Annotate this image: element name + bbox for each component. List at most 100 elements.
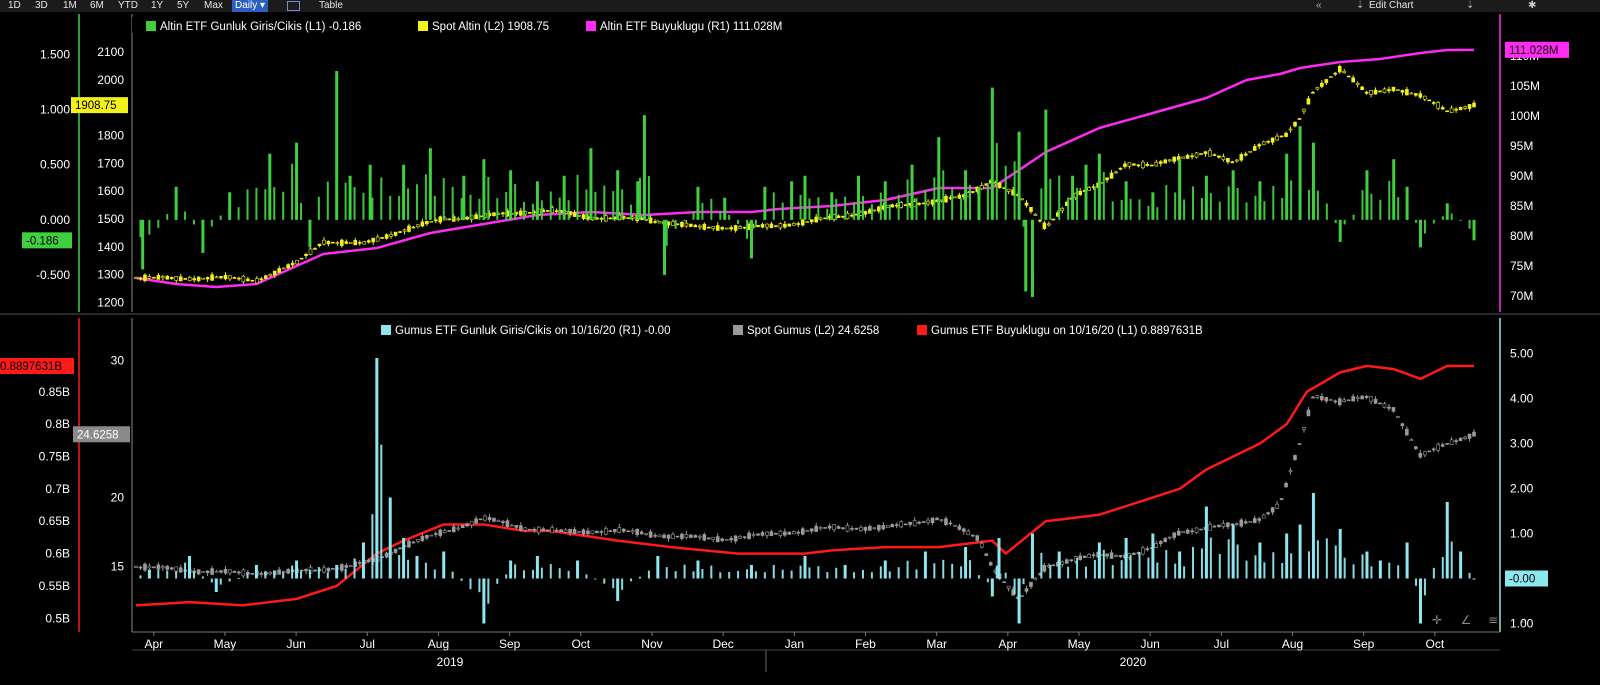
frequency-dropdown[interactable]: Daily ▾ xyxy=(232,0,269,12)
bottom-spot-gumus-candle xyxy=(800,528,805,535)
top-spot-altin-candle xyxy=(429,220,434,223)
range-6m-button[interactable]: 6M xyxy=(90,0,104,12)
chart-type-icon[interactable] xyxy=(287,1,300,11)
bottom-gumus-etf-gunluk-giris-cikis-bar xyxy=(1299,536,1302,579)
top-altin-etf-gunluk-giris-cikis-bar xyxy=(723,197,727,220)
legend-swatch-gumus-size xyxy=(917,325,927,335)
range-1m-button[interactable]: 1M xyxy=(63,0,77,12)
bottom-spot-gumus-candle xyxy=(1172,532,1176,538)
top-altin-etf-gunluk-giris-cikis-bar xyxy=(1254,195,1257,220)
bottom-spot-gumus-candle xyxy=(501,521,505,523)
top-spot-altin-candle xyxy=(997,182,1002,188)
top-spot-altin-candle xyxy=(398,231,402,233)
bottom-spot-gumus-candle xyxy=(1284,483,1288,488)
top-spot-altin-candle xyxy=(1114,171,1118,174)
list-icon[interactable]: ≡ xyxy=(1488,613,1498,627)
top-spot-altin-candle xyxy=(1217,155,1221,158)
bottom-spot-gumus-candle xyxy=(299,569,304,572)
top-altin-etf-gunluk-giris-cikis-bar xyxy=(1316,190,1319,220)
bottom-spot-gumus-candle xyxy=(322,567,326,573)
gear-icon[interactable]: ✱ xyxy=(1528,0,1536,12)
table-button[interactable]: Table xyxy=(319,0,343,12)
bottom-gumus-etf-gunluk-giris-cikis-bar xyxy=(139,575,142,579)
bottom-spot-gumus-candle xyxy=(505,520,510,527)
top-spot-altin-candle xyxy=(845,212,850,220)
bottom-l2-tick-label: 20 xyxy=(111,491,125,505)
bottom-spot-gumus-candle xyxy=(250,573,255,575)
top-spot-altin-candle xyxy=(259,278,264,281)
range-max-button[interactable]: Max xyxy=(204,0,223,12)
bottom-gumus-etf-gunluk-giris-cikis-bar xyxy=(835,567,838,579)
bottom-spot-gumus-candle xyxy=(599,531,604,533)
edit-chart-button[interactable]: Edit Chart xyxy=(1369,0,1413,12)
top-spot-altin-candle xyxy=(1167,159,1172,162)
bottom-gumus-etf-gunluk-giris-cikis-bar xyxy=(737,570,740,579)
bottom-gumus-etf-gunluk-giris-cikis-bar xyxy=(1156,562,1159,579)
bottom-gumus-etf-gunluk-giris-cikis-bar xyxy=(210,578,213,583)
top-altin-etf-gunluk-giris-cikis-bar xyxy=(1004,165,1007,220)
bottom-spot-gumus-candle xyxy=(465,523,469,527)
top-spot-altin-candle xyxy=(1136,164,1141,167)
top-r1-tick-label: 105M xyxy=(1510,79,1540,93)
bottom-spot-gumus-candle xyxy=(621,528,626,532)
month-label-0: Apr xyxy=(144,637,163,651)
top-altin-etf-gunluk-giris-cikis-bar xyxy=(830,192,834,220)
bottom-spot-gumus-candle xyxy=(143,563,147,571)
top-spot-altin-candle xyxy=(1284,132,1288,137)
top-altin-etf-gunluk-giris-cikis-bar xyxy=(531,203,534,220)
bottom-gumus-etf-gunluk-giris-cikis-bar xyxy=(915,569,918,579)
bottom-spot-gumus-candle xyxy=(702,534,707,541)
bottom-spot-gumus-candle xyxy=(935,517,939,521)
bottom-spot-gumus-candle xyxy=(1158,541,1163,544)
bottom-spot-gumus-candle xyxy=(1252,518,1257,524)
bottom-gumus-etf-gunluk-giris-cikis-bar xyxy=(1200,548,1203,579)
range-1d-button[interactable]: 1D xyxy=(8,0,21,12)
range-5y-button[interactable]: 5Y xyxy=(177,0,189,12)
bottom-spot-gumus-candle xyxy=(1405,428,1409,436)
top-spot-altin-candle xyxy=(1293,121,1297,127)
bottom-l1-tick-label: 0.7B xyxy=(45,482,70,496)
bottom-spot-gumus-candle xyxy=(460,524,465,528)
double-chevron-left-icon[interactable]: « xyxy=(1316,0,1322,12)
bottom-spot-gumus-candle xyxy=(1194,527,1199,533)
month-label-18: Oct xyxy=(1426,637,1445,651)
bottom-gumus-etf-gunluk-giris-cikis-bar xyxy=(1013,578,1016,595)
top-altin-etf-gunluk-giris-cikis-bar xyxy=(1227,186,1230,220)
bottom-gumus-etf-gunluk-giris-cikis-bar xyxy=(1397,565,1400,579)
bottom-gumus-etf-gunluk-giris-cikis-bar xyxy=(790,570,793,579)
range-ytd-button[interactable]: YTD xyxy=(118,0,138,12)
range-1y-button[interactable]: 1Y xyxy=(151,0,163,12)
bottom-gumus-etf-gunluk-giris-cikis-bar xyxy=(1040,552,1043,579)
top-spot-altin-candle xyxy=(322,239,326,245)
bottom-gumus-etf-gunluk-giris-cikis-bar xyxy=(148,574,151,579)
edit-chart-icon[interactable]: ⇣ xyxy=(1356,0,1364,12)
bottom-spot-gumus-candle xyxy=(196,569,201,575)
crosshair-icon[interactable]: ✛ xyxy=(1432,613,1442,627)
top-spot-altin-candle xyxy=(733,225,738,231)
legend-swatch-spot-gumus xyxy=(733,325,743,335)
month-label-2: Jun xyxy=(286,637,305,651)
pencil-icon[interactable]: ∠ xyxy=(1461,613,1472,627)
bottom-gumus-etf-gunluk-giris-cikis-bar xyxy=(1004,572,1007,579)
bottom-gumus-etf-gunluk-giris-cikis-bar xyxy=(201,576,204,579)
top-spot-altin-candle xyxy=(174,276,179,281)
range-3d-button[interactable]: 3D xyxy=(35,0,48,12)
top-altin-etf-gunluk-giris-cikis-bar xyxy=(1281,197,1284,220)
top-spot-altin-candle xyxy=(572,212,577,217)
bottom-spot-gumus-candle xyxy=(715,536,720,543)
bottom-spot-gumus-candle xyxy=(451,526,456,533)
bottom-spot-gumus-candle xyxy=(635,528,639,535)
top-altin-etf-gunluk-giris-cikis-bar xyxy=(1031,219,1034,274)
bottom-spot-gumus-candle xyxy=(863,527,868,531)
bottom-gumus-etf-gunluk-giris-cikis-bar xyxy=(603,578,606,584)
bottom-spot-gumus-candle xyxy=(684,534,689,538)
month-label-15: Jul xyxy=(1214,637,1229,651)
top-spot-altin-candle xyxy=(246,278,250,282)
top-altin-etf-gunluk-giris-cikis-bar xyxy=(201,219,204,235)
bottom-gumus-etf-gunluk-giris-cikis-bar xyxy=(630,578,633,582)
bottom-spot-gumus-candle xyxy=(1440,444,1445,447)
bottom-gumus-etf-gunluk-giris-cikis-bar xyxy=(576,564,579,579)
top-altin-etf-gunluk-giris-cikis-bar xyxy=(1236,187,1239,220)
bottom-gumus-etf-gunluk-giris-cikis-bar xyxy=(803,556,807,579)
chevron-down-icon[interactable]: ⇣ xyxy=(1466,0,1474,12)
